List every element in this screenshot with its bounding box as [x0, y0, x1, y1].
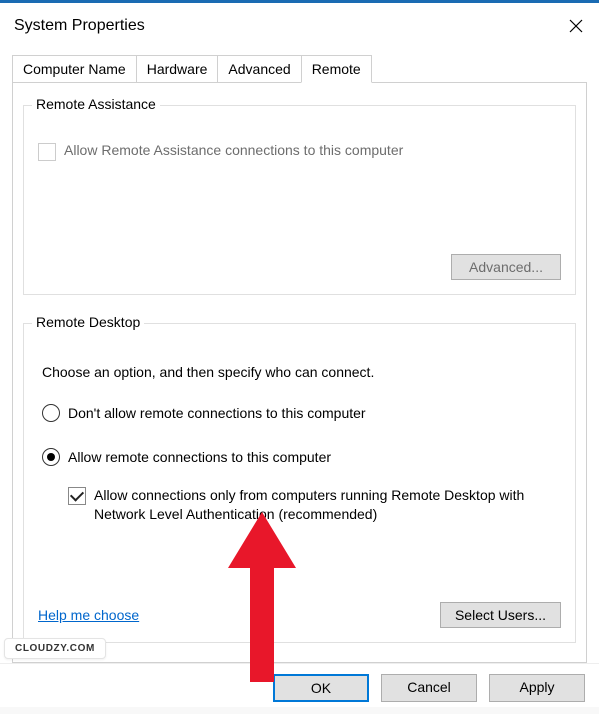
remote-tab-panel: Remote Assistance Allow Remote Assistanc…	[12, 83, 587, 663]
nla-checkbox[interactable]	[68, 487, 86, 505]
tab-computer-name[interactable]: Computer Name	[12, 55, 137, 82]
close-button[interactable]	[553, 11, 599, 41]
radio-deny-remote[interactable]: Don't allow remote connections to this c…	[42, 404, 561, 422]
tab-advanced[interactable]: Advanced	[217, 55, 301, 82]
help-me-choose-link[interactable]: Help me choose	[38, 607, 139, 623]
remote-assistance-title: Remote Assistance	[32, 96, 160, 112]
radio-deny-label: Don't allow remote connections to this c…	[68, 405, 366, 421]
select-users-button[interactable]: Select Users...	[440, 602, 561, 628]
allow-remote-assistance-checkbox[interactable]	[38, 143, 56, 161]
remote-desktop-title: Remote Desktop	[32, 314, 144, 330]
remote-desktop-bottom-row: Help me choose Select Users...	[38, 602, 561, 628]
source-badge: CLOUDZY.COM	[4, 638, 106, 659]
remote-assistance-group: Remote Assistance Allow Remote Assistanc…	[23, 105, 576, 295]
system-properties-window: System Properties Computer Name Hardware…	[0, 0, 599, 707]
tab-remote[interactable]: Remote	[301, 55, 372, 83]
remote-desktop-instruction: Choose an option, and then specify who c…	[42, 364, 561, 380]
content-area: Computer Name Hardware Advanced Remote R…	[0, 51, 599, 663]
tab-hardware[interactable]: Hardware	[136, 55, 219, 82]
radio-allow-remote[interactable]: Allow remote connections to this compute…	[42, 448, 561, 466]
nla-label: Allow connections only from computers ru…	[94, 486, 561, 524]
radio-allow-icon	[42, 448, 60, 466]
tab-strip: Computer Name Hardware Advanced Remote	[12, 55, 587, 83]
ok-button[interactable]: OK	[273, 674, 369, 702]
apply-button[interactable]: Apply	[489, 674, 585, 702]
allow-remote-assistance-row[interactable]: Allow Remote Assistance connections to t…	[38, 142, 561, 161]
nla-checkbox-row[interactable]: Allow connections only from computers ru…	[68, 486, 561, 524]
remote-desktop-group: Remote Desktop Choose an option, and the…	[23, 323, 576, 643]
cancel-button[interactable]: Cancel	[381, 674, 477, 702]
close-icon	[569, 19, 583, 33]
radio-allow-label: Allow remote connections to this compute…	[68, 449, 331, 465]
window-title: System Properties	[14, 17, 145, 35]
allow-remote-assistance-label: Allow Remote Assistance connections to t…	[64, 142, 403, 158]
titlebar: System Properties	[0, 3, 599, 51]
remote-assistance-advanced-button: Advanced...	[451, 254, 561, 280]
radio-deny-icon	[42, 404, 60, 422]
dialog-footer: OK Cancel Apply	[0, 663, 599, 714]
